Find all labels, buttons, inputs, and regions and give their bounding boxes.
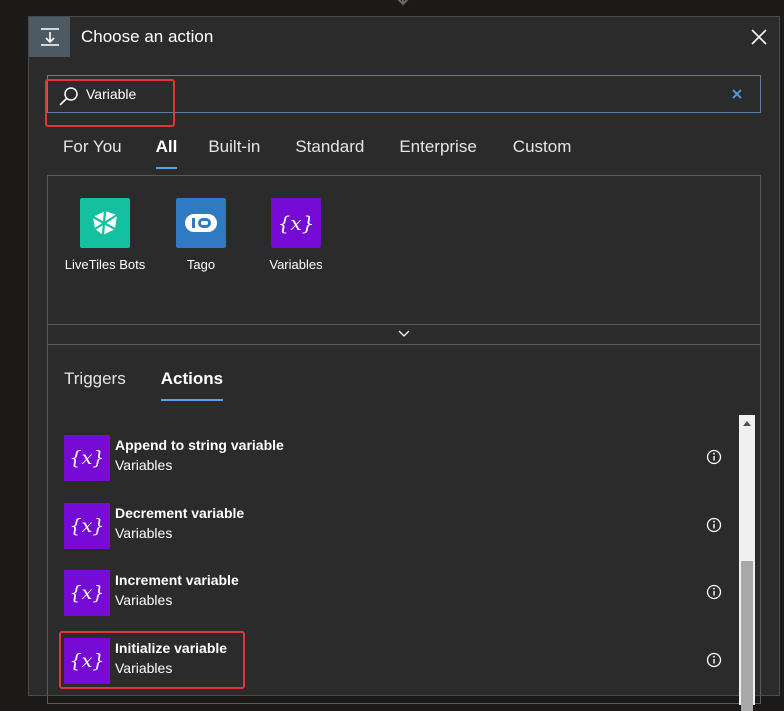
- action-title: Append to string variable: [115, 437, 284, 453]
- flow-down-arrow-icon: [397, 0, 409, 6]
- scroll-thumb[interactable]: [741, 561, 753, 711]
- action-title: Initialize variable: [115, 640, 228, 656]
- tab-actions[interactable]: Actions: [160, 369, 224, 401]
- tab-triggers[interactable]: Triggers: [64, 369, 126, 401]
- action-title: Increment variable: [115, 572, 239, 588]
- connector-label: Tago: [186, 257, 216, 272]
- chevron-up-icon: [743, 421, 751, 426]
- action-connector: Variables: [115, 592, 173, 608]
- connector-variables[interactable]: {x} Variables: [248, 198, 344, 272]
- search-icon: [59, 87, 78, 106]
- tab-for-you[interactable]: For You: [63, 135, 122, 171]
- tab-built-in[interactable]: Built-in: [208, 135, 260, 171]
- insert-step-icon: [29, 17, 70, 57]
- chevron-down-icon: [398, 330, 410, 337]
- variables-icon: {x}: [64, 638, 110, 684]
- search-input[interactable]: [86, 80, 686, 108]
- livetiles-bots-icon: [80, 198, 130, 248]
- expand-connectors-button[interactable]: [47, 324, 761, 344]
- action-item-decrement-variable[interactable]: {x} Decrement variable Variables: [64, 503, 734, 551]
- search-clear-button[interactable]: [728, 85, 746, 103]
- info-icon[interactable]: [706, 449, 722, 465]
- tab-custom[interactable]: Custom: [513, 135, 572, 171]
- clear-icon: [732, 89, 742, 99]
- connector-label: Variables: [269, 257, 323, 272]
- action-title: Decrement variable: [115, 505, 245, 521]
- info-icon[interactable]: [706, 652, 722, 668]
- panel-title: Choose an action: [81, 27, 214, 46]
- action-connector: Variables: [115, 660, 173, 676]
- variables-icon: {x}: [64, 503, 110, 549]
- scroll-up-button[interactable]: [739, 415, 755, 431]
- results-panel: Triggers Actions {x} Append to string va…: [47, 344, 761, 711]
- connector-tago[interactable]: Tago: [153, 198, 249, 272]
- variables-icon: {x}: [64, 570, 110, 616]
- close-icon: [751, 29, 767, 45]
- tab-all[interactable]: All: [155, 135, 177, 171]
- panel-header: Choose an action: [29, 17, 779, 57]
- result-tabs: Triggers Actions: [64, 369, 224, 401]
- variables-icon: {x}: [64, 435, 110, 481]
- choose-action-panel: Choose an action For You All Built-in St…: [28, 16, 780, 711]
- close-button[interactable]: [745, 23, 773, 51]
- info-icon[interactable]: [706, 584, 722, 600]
- connector-livetiles-bots[interactable]: LiveTiles Bots: [57, 198, 153, 272]
- category-tabs: For You All Built-in Standard Enterprise…: [63, 135, 571, 175]
- connector-label: LiveTiles Bots: [64, 257, 146, 272]
- tab-enterprise[interactable]: Enterprise: [399, 135, 476, 171]
- variables-icon: {x}: [271, 198, 321, 248]
- results-scrollbar[interactable]: [739, 415, 755, 711]
- action-item-increment-variable[interactable]: {x} Increment variable Variables: [64, 570, 734, 618]
- action-connector: Variables: [115, 525, 173, 541]
- search-box: [47, 75, 761, 113]
- action-connector: Variables: [115, 457, 173, 473]
- tab-standard[interactable]: Standard: [295, 135, 364, 171]
- connector-grid: LiveTiles Bots Tago {x} Variables: [47, 175, 761, 325]
- action-item-append-to-string-variable[interactable]: {x} Append to string variable Variables: [64, 435, 734, 483]
- tago-icon: [176, 198, 226, 248]
- info-icon[interactable]: [706, 517, 722, 533]
